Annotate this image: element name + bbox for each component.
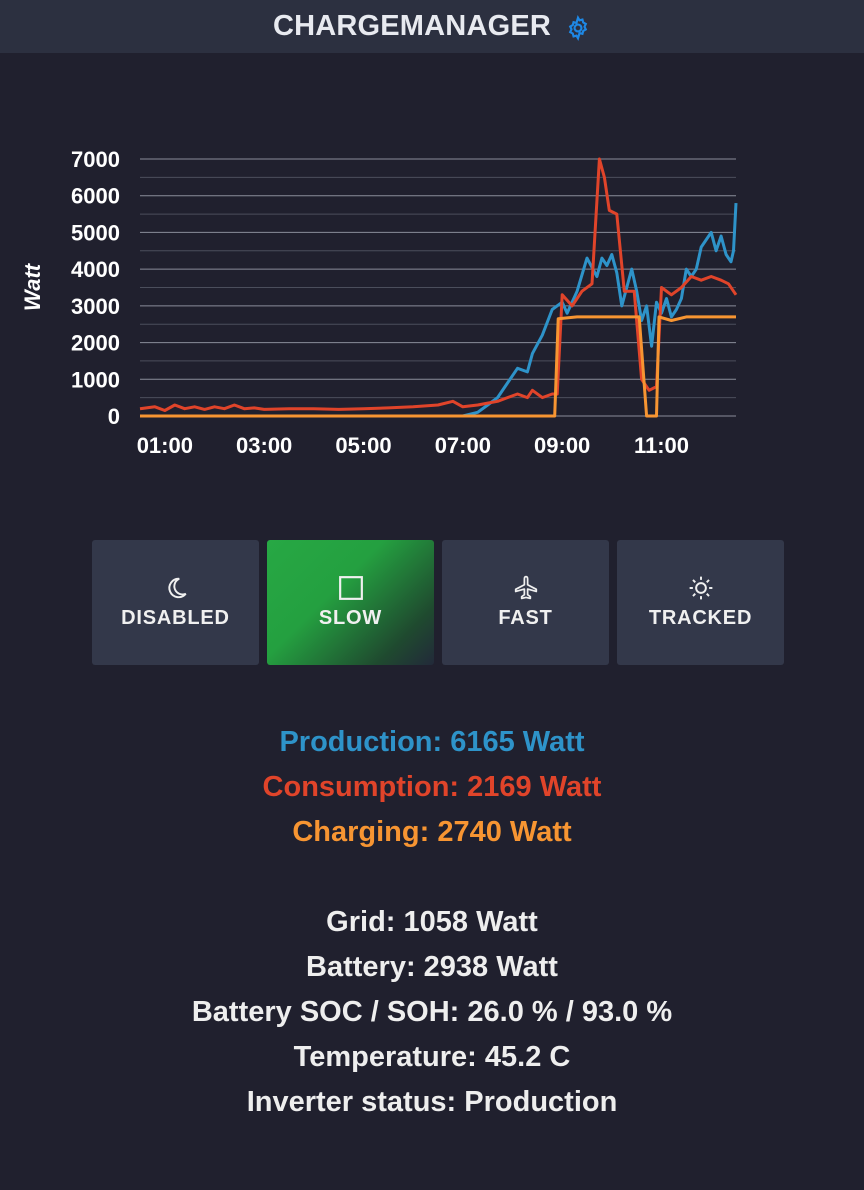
airplane-icon bbox=[513, 575, 539, 601]
grid-readout: Grid: 1058 Watt bbox=[326, 906, 538, 938]
y-tick-label: 1000 bbox=[71, 367, 120, 392]
production-readout: Production: 6165 Watt bbox=[279, 726, 585, 758]
y-tick-label: 5000 bbox=[71, 220, 120, 245]
x-tick-label: 01:00 bbox=[137, 433, 193, 458]
mode-selector: DISABLED SLOW FAST TRACKED bbox=[92, 540, 784, 665]
gear-icon[interactable] bbox=[565, 14, 591, 41]
y-tick-label: 6000 bbox=[71, 184, 120, 209]
mode-label: TRACKED bbox=[648, 607, 753, 629]
power-chart-svg: 0 1000 2000 3000 4000 5000 6000 7000 01:00 03:00 0… bbox=[20, 147, 738, 458]
sun-icon bbox=[688, 575, 714, 601]
series-line-charging bbox=[140, 315, 736, 418]
moon-icon bbox=[163, 575, 189, 601]
y-tick-label: 7000 bbox=[71, 147, 120, 172]
mode-label: SLOW bbox=[318, 607, 383, 629]
temperature-readout: Temperature: 45.2 C bbox=[293, 1041, 571, 1073]
y-tick-label: 4000 bbox=[71, 257, 120, 282]
mode-button-fast[interactable]: FAST bbox=[442, 540, 609, 665]
mode-label: FAST bbox=[498, 607, 553, 629]
y-tick-label: 3000 bbox=[71, 294, 120, 319]
x-tick-label: 09:00 bbox=[534, 433, 590, 458]
app-title: CHARGEMANAGER bbox=[272, 10, 552, 42]
y-axis-label: Watt bbox=[20, 262, 45, 311]
inverter-status-readout: Inverter status: Production bbox=[246, 1086, 618, 1118]
x-tick-label: 05:00 bbox=[335, 433, 391, 458]
app-header: CHARGEMANAGER bbox=[0, 0, 864, 53]
stats-panel: Production: 6165 Watt Consumption: 2169 … bbox=[0, 720, 864, 1125]
square-icon bbox=[338, 575, 364, 601]
charging-readout: Charging: 2740 Watt bbox=[292, 816, 572, 848]
mode-button-slow[interactable]: SLOW bbox=[267, 540, 434, 665]
series-line-consumption bbox=[139, 157, 738, 412]
battery-readout: Battery: 2938 Watt bbox=[306, 951, 558, 983]
y-tick-label: 2000 bbox=[71, 331, 120, 356]
mode-button-disabled[interactable]: DISABLED bbox=[92, 540, 259, 665]
consumption-readout: Consumption: 2169 Watt bbox=[262, 771, 602, 803]
battery-soc-soh-readout: Battery SOC / SOH: 26.0 % / 93.0 % bbox=[191, 996, 673, 1028]
mode-button-tracked[interactable]: TRACKED bbox=[617, 540, 784, 665]
stats-spacer bbox=[0, 855, 864, 900]
mode-label: DISABLED bbox=[121, 607, 230, 629]
y-tick-label: 0 bbox=[108, 404, 120, 429]
power-chart: 0 1000 2000 3000 4000 5000 6000 7000 01:00 03:00 0… bbox=[0, 130, 864, 470]
x-tick-label: 03:00 bbox=[236, 433, 292, 458]
x-tick-label: 11:00 bbox=[634, 433, 689, 458]
x-tick-label: 07:00 bbox=[435, 433, 491, 458]
